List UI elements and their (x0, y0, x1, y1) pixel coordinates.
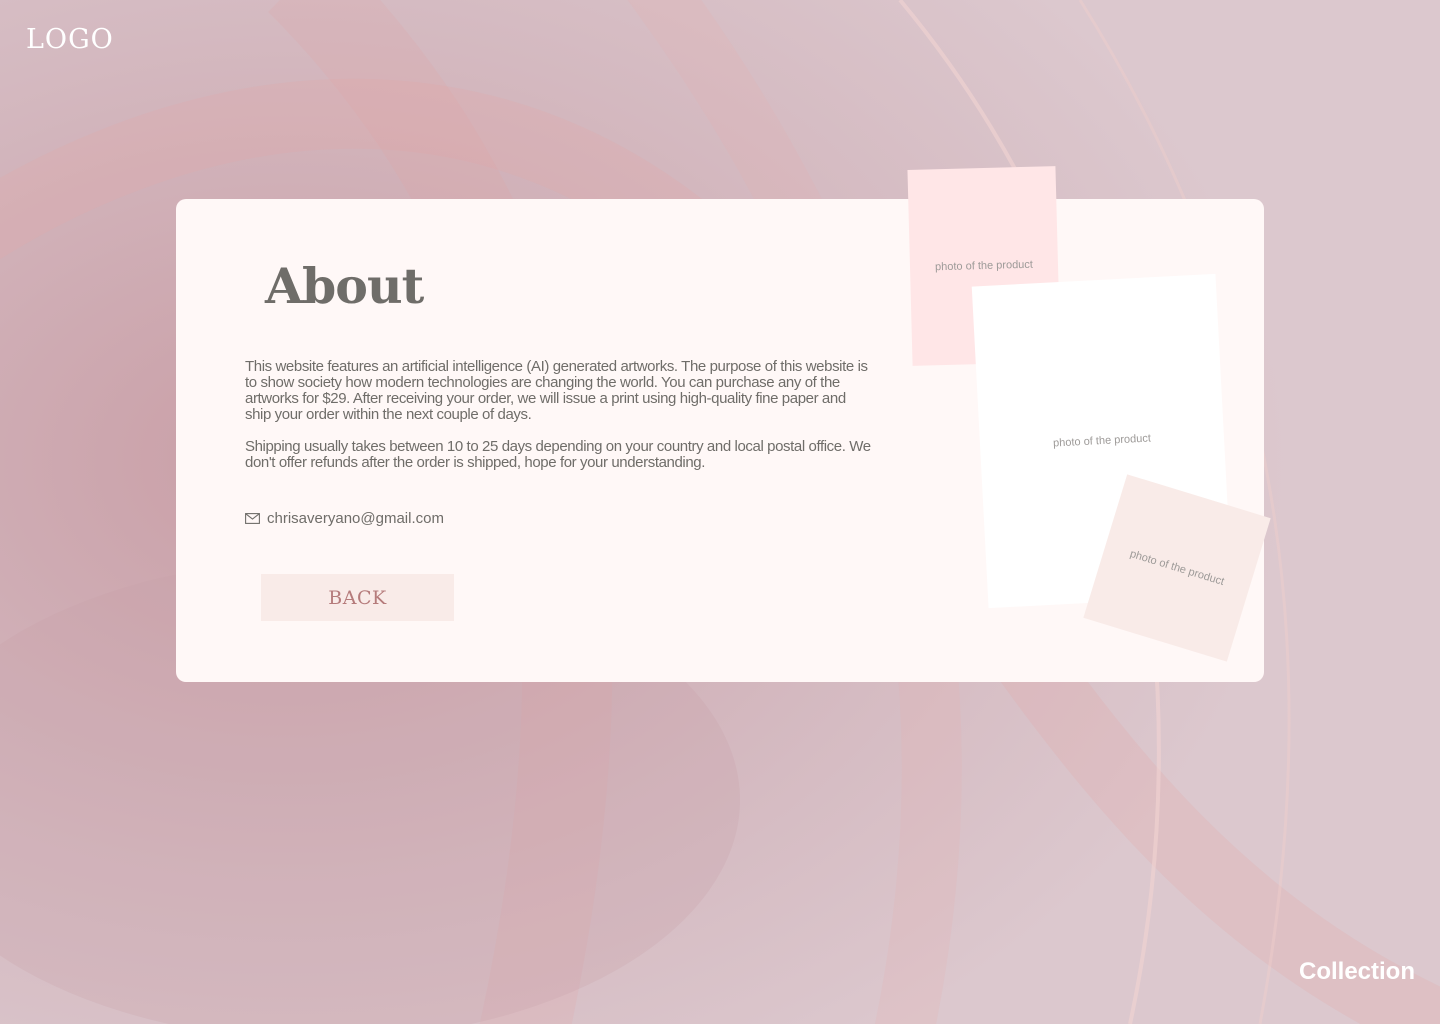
about-paragraph-2: Shipping usually takes between 10 to 25 … (245, 438, 871, 471)
email-address[interactable]: chrisaveryano@gmail.com (267, 510, 444, 527)
page-title: About (265, 257, 424, 315)
about-paragraph-1: This website features an artificial inte… (245, 358, 868, 423)
collection-link[interactable]: Collection (1299, 958, 1415, 986)
mail-icon (245, 513, 260, 524)
product-photo-label: photo of the product (1128, 547, 1226, 589)
product-photo-label: photo of the product (934, 258, 1034, 274)
product-photo-label: photo of the product (1052, 432, 1152, 450)
back-button[interactable]: BACK (261, 574, 454, 621)
contact-email[interactable]: chrisaveryano@gmail.com (245, 510, 444, 527)
about-description: This website features an artificial inte… (245, 359, 875, 487)
logo[interactable]: LOGO (26, 24, 114, 55)
